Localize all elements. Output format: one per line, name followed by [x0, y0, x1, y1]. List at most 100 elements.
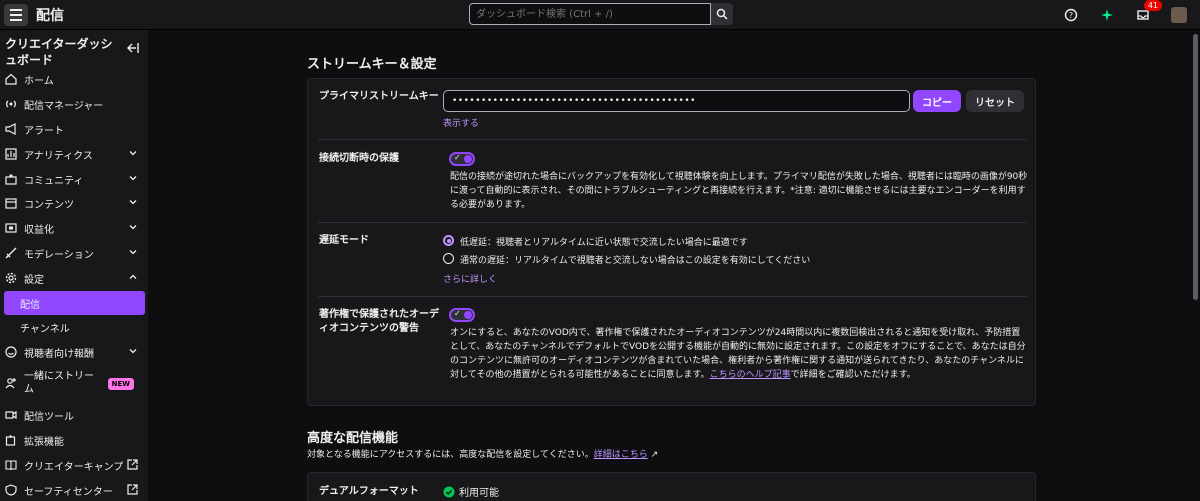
disconnect-protection-description: 配信の接続が途切れた場合にバックアップを有効化して視聴体験を向上します。プライマ…: [450, 172, 1028, 210]
learn-more-link[interactable]: さらに詳しく: [443, 272, 497, 285]
divider: [318, 222, 1027, 223]
notification-badge: 41: [1143, 0, 1162, 11]
sidebar-item-stream-manager[interactable]: 配信マネージャー: [0, 92, 148, 116]
sparkle-button[interactable]: [1096, 4, 1118, 26]
add-user-icon: [4, 376, 18, 390]
stream-key-heading: ストリームキー＆設定: [307, 57, 437, 72]
sword-icon: [4, 246, 18, 260]
stream-key-panel: プライマリストリームキー •••••••••••••••••••••••••••…: [307, 78, 1036, 406]
help-icon: ?: [1064, 8, 1078, 22]
sidebar-item-extensions[interactable]: 拡張機能: [0, 428, 148, 452]
megaphone-icon: [4, 122, 18, 136]
show-key-link[interactable]: 表示する: [443, 116, 479, 129]
sidebar-item-label: 視聴者向け報酬: [24, 348, 94, 360]
sidebar-item-label: ホーム: [24, 75, 54, 87]
dual-format-status: 利用可能: [443, 484, 499, 499]
inbox-button[interactable]: 41: [1132, 0, 1162, 26]
sidebar-item-label: セーフティセンター: [24, 486, 113, 498]
new-badge: NEW: [107, 378, 134, 390]
sidebar-item-label: コンテンツ: [24, 199, 74, 211]
chevron-down-icon: [128, 173, 138, 186]
disconnect-protection-toggle[interactable]: ✓: [449, 152, 475, 166]
sidebar-item-label: 収益化: [24, 224, 54, 236]
copyright-warning-toggle[interactable]: ✓: [449, 308, 475, 322]
sidebar-item-stream[interactable]: 配信: [4, 291, 145, 315]
sidebar-item-label: 設定: [24, 274, 44, 286]
sparkle-icon: [1101, 9, 1113, 21]
menu-icon[interactable]: [4, 3, 28, 26]
top-bar: 配信 ? 41: [0, 0, 1200, 30]
sidebar-item-label: チャンネル: [20, 323, 70, 335]
disconnect-protection-label: 接続切断時の保護: [319, 153, 399, 164]
chevron-down-icon: [128, 222, 138, 235]
sidebar-item-label: コミュニティ: [24, 175, 84, 187]
copyright-warning-description: オンにすると、あなたのVOD内で、著作権で保護されたオーディオコンテンツが24時…: [450, 328, 1026, 380]
sidebar-item-label: アナリティクス: [24, 150, 93, 162]
divider: [318, 139, 1027, 140]
sidebar-item-creator-camp[interactable]: クリエイターキャンプ: [0, 453, 148, 477]
sidebar-item-label: 配信: [20, 299, 40, 311]
copy-button[interactable]: コピー: [913, 90, 961, 112]
sidebar-item-label: 配信マネージャー: [24, 100, 104, 112]
avatar: [1171, 7, 1187, 23]
sidebar-item-alerts[interactable]: アラート: [0, 117, 148, 141]
stream-key-field[interactable]: ••••••••••••••••••••••••••••••••••••••••…: [443, 90, 910, 112]
sidebar-item-label: アラート: [24, 125, 64, 137]
search-input[interactable]: [469, 3, 711, 25]
advanced-subtext: 対象となる機能にアクセスするには、高度な配信を設定してください。詳細はこちら ↗: [307, 450, 659, 460]
sidebar-item-analytics[interactable]: アナリティクス: [0, 142, 148, 166]
advanced-panel: デュアルフォーマット 利用可能: [307, 472, 1036, 501]
help-article-link[interactable]: こちらのヘルプ記事: [710, 370, 791, 380]
sidebar-title: クリエイターダッシュボード: [5, 37, 113, 67]
reset-button[interactable]: リセット: [966, 90, 1024, 112]
broadcast-icon: [4, 97, 18, 111]
sidebar-item-moderation[interactable]: モデレーション: [0, 241, 148, 265]
page-title: 配信: [36, 7, 64, 24]
sidebar-item-safety-center[interactable]: セーフティセンター: [0, 478, 148, 501]
help-button[interactable]: ?: [1060, 4, 1082, 26]
sidebar-item-label: クリエイターキャンプ: [24, 461, 124, 473]
dual-format-label: デュアルフォーマット: [319, 486, 419, 497]
collapse-icon: [127, 43, 139, 53]
sidebar-item-viewer-rewards[interactable]: 視聴者向け報酬: [0, 340, 148, 364]
home-icon: [4, 72, 18, 86]
sidebar-item-stream-tools[interactable]: 配信ツール: [0, 403, 148, 427]
details-link[interactable]: 詳細はこちら: [594, 450, 648, 460]
chevron-up-icon: [128, 272, 138, 285]
sidebar-item-community[interactable]: コミュニティ: [0, 167, 148, 191]
scrollbar[interactable]: [1193, 34, 1198, 300]
sidebar-item-label: モデレーション: [24, 249, 94, 261]
sidebar-item-monetization[interactable]: 収益化: [0, 216, 148, 240]
shield-icon: [4, 483, 18, 497]
profile-button[interactable]: [1168, 4, 1190, 26]
advanced-heading: 高度な配信機能: [307, 431, 399, 446]
camera-icon: [4, 408, 18, 422]
external-link-icon: [127, 484, 138, 498]
sidebar-item-home[interactable]: ホーム: [0, 67, 148, 91]
chevron-down-icon: [128, 346, 138, 359]
sidebar-item-channel[interactable]: チャンネル: [0, 315, 148, 339]
search-button[interactable]: [711, 3, 733, 25]
collapse-sidebar-button[interactable]: [126, 42, 140, 57]
gear-icon: [4, 271, 18, 285]
latency-normal-radio[interactable]: [443, 253, 454, 264]
search-icon: [716, 8, 728, 20]
latency-normal-label: 通常の遅延：リアルタイムで視聴者と交流しない場合はこの設定を有効にしてください: [460, 256, 811, 266]
copyright-warning-label: 著作権で保護されたオーディオコンテンツの警告: [319, 309, 439, 334]
monetize-icon: [4, 221, 18, 235]
external-link-icon: [127, 459, 138, 473]
sidebar-item-settings[interactable]: 設定: [0, 266, 148, 290]
chart-icon: [4, 147, 18, 161]
book-icon: [4, 458, 18, 472]
chevron-down-icon: [128, 197, 138, 210]
latency-low-label: 低遅延：視聴者とリアルタイムに近い状態で交流したい場合に最適です: [460, 238, 748, 248]
svg-text:?: ?: [1069, 11, 1073, 20]
sidebar-item-stream-together[interactable]: 一緒にストリーム NEW: [0, 365, 148, 401]
divider: [318, 296, 1027, 297]
external-link-icon: ↗: [647, 450, 659, 460]
chevron-down-icon: [128, 247, 138, 260]
latency-low-radio[interactable]: [443, 235, 454, 246]
sidebar-item-label: 拡張機能: [24, 436, 64, 448]
sidebar-item-content[interactable]: コンテンツ: [0, 191, 148, 215]
sidebar-item-label: 配信ツール: [24, 411, 74, 423]
